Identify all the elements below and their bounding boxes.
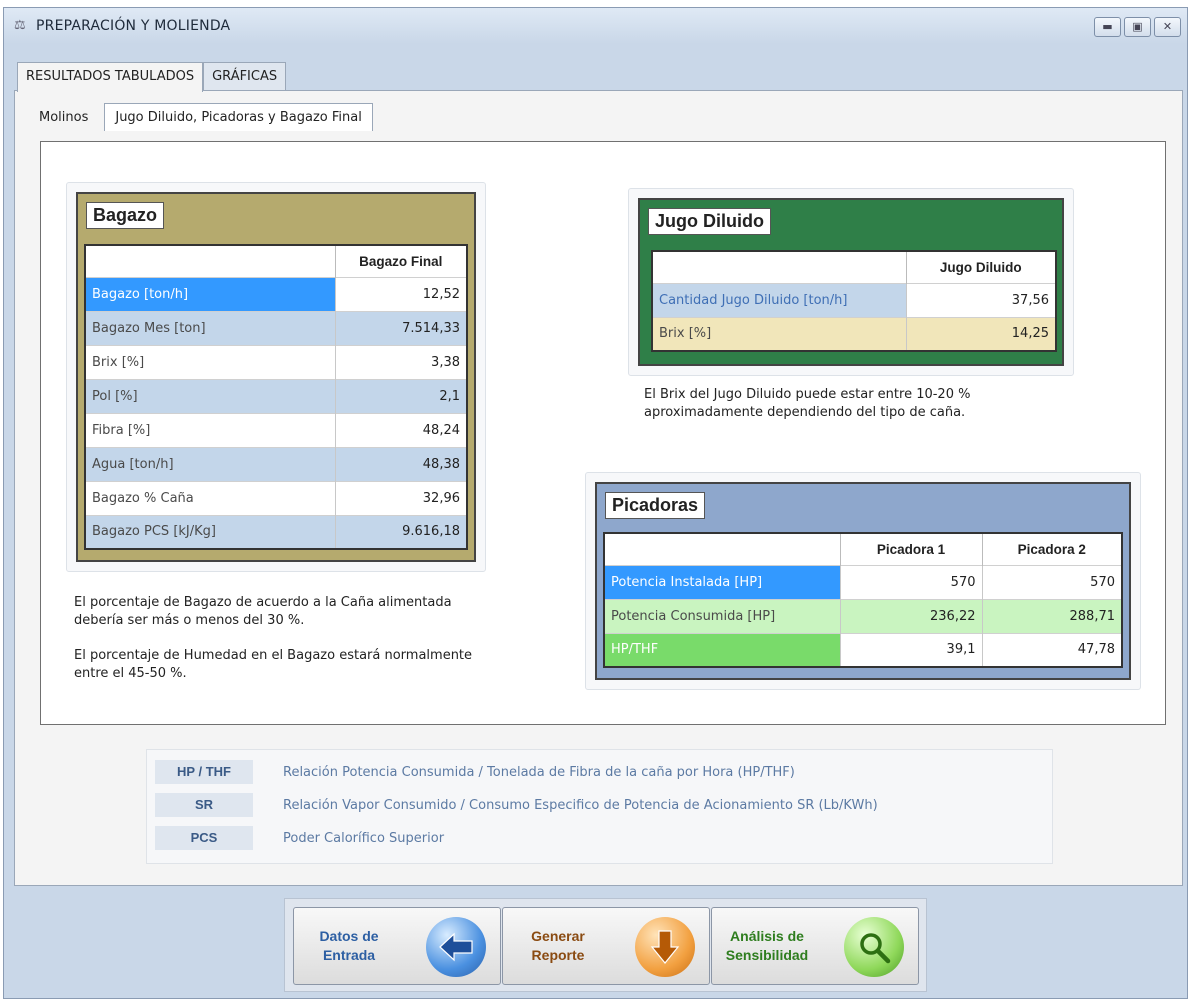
arrow-down-icon bbox=[635, 917, 695, 977]
jugo-group: Jugo Diluido Jugo Diluido Cantidad Jugo … bbox=[638, 198, 1064, 366]
legend-row: PCS Poder Calorífico Superior bbox=[147, 824, 444, 852]
title-bar: ⚖ PREPARACIÓN Y MOLIENDA ▬ ▣ ✕ bbox=[4, 8, 1187, 44]
row-value: 48,38 bbox=[334, 446, 467, 481]
table-row[interactable]: Bagazo [ton/h] 12,52 bbox=[84, 276, 467, 311]
jugo-title: Jugo Diluido bbox=[648, 208, 771, 235]
row-value: 2,1 bbox=[334, 378, 467, 413]
row-value: 39,1 bbox=[839, 632, 982, 667]
table-header-blank bbox=[652, 251, 906, 283]
picadoras-group: Picadoras Picadora 1 Picadora 2 Potencia… bbox=[595, 482, 1131, 680]
row-label: Bagazo Mes [ton] bbox=[84, 310, 335, 345]
legend-abbr: PCS bbox=[155, 826, 253, 850]
app-window: ⚖ PREPARACIÓN Y MOLIENDA ▬ ▣ ✕ RESULTADO… bbox=[3, 7, 1188, 999]
row-label: Brix [%] bbox=[84, 344, 335, 379]
row-label: Cantidad Jugo Diluido [ton/h] bbox=[651, 282, 906, 317]
table-row[interactable]: Bagazo Mes [ton] 7.514,33 bbox=[84, 310, 467, 345]
jugo-table: Jugo Diluido Cantidad Jugo Diluido [ton/… bbox=[651, 250, 1057, 352]
picadoras-title: Picadoras bbox=[605, 492, 706, 519]
analisis-de-sensibilidad-button[interactable]: Análisis de Sensibilidad bbox=[711, 907, 919, 985]
generar-reporte-button[interactable]: Generar Reporte bbox=[502, 907, 710, 985]
picadoras-table: Picadora 1 Picadora 2 Potencia Instalada… bbox=[603, 532, 1123, 668]
arrow-left-icon bbox=[426, 917, 486, 977]
table-row[interactable]: Brix [%] 14,25 bbox=[651, 316, 1056, 351]
jugo-note: El Brix del Jugo Diluido puede estar ent… bbox=[644, 387, 971, 420]
legend-row: HP / THF Relación Potencia Consumida / T… bbox=[147, 758, 795, 786]
main-tabs: RESULTADOS TABULADOS GRÁFICAS bbox=[17, 62, 287, 92]
row-value: 570 bbox=[839, 564, 982, 599]
row-label: Potencia Instalada [HP] bbox=[603, 564, 840, 599]
magnifier-icon bbox=[844, 917, 904, 977]
window-title: PREPARACIÓN Y MOLIENDA bbox=[36, 18, 231, 34]
bagazo-table: Bagazo Final Bagazo [ton/h] 12,52 Bagazo… bbox=[84, 244, 468, 550]
row-label: Brix [%] bbox=[651, 316, 906, 351]
row-value: 12,52 bbox=[334, 276, 467, 311]
table-row[interactable]: Potencia Instalada [HP] 570 570 bbox=[603, 564, 1122, 599]
row-label: Potencia Consumida [HP] bbox=[603, 598, 840, 633]
row-label: Fibra [%] bbox=[84, 412, 335, 447]
table-row[interactable]: HP/THF 39,1 47,78 bbox=[603, 632, 1122, 667]
table-row[interactable]: Potencia Consumida [HP] 236,22 288,71 bbox=[603, 598, 1122, 633]
maximize-icon[interactable]: ▣ bbox=[1124, 17, 1151, 37]
column-header: Jugo Diluido bbox=[905, 251, 1056, 283]
row-value: 14,25 bbox=[905, 316, 1056, 351]
action-button-bar: Datos de Entrada Generar Reporte Análisi… bbox=[284, 898, 927, 992]
button-label: Análisis de Sensibilidad bbox=[725, 928, 809, 963]
results-content: Bagazo Bagazo Final Bagazo [ton/h] 12,52… bbox=[40, 141, 1166, 725]
sub-tabs: Molinos Jugo Diluido, Picadoras y Bagazo… bbox=[27, 103, 373, 131]
row-value: 47,78 bbox=[981, 632, 1122, 667]
legend-abbr: SR bbox=[155, 793, 253, 817]
row-label: Pol [%] bbox=[84, 378, 335, 413]
row-value: 9.616,18 bbox=[334, 514, 467, 549]
row-value: 288,71 bbox=[981, 598, 1122, 633]
legend-abbr: HP / THF bbox=[155, 760, 253, 784]
column-header: Bagazo Final bbox=[334, 245, 467, 277]
row-label: Bagazo % Caña bbox=[84, 480, 335, 515]
row-value: 37,56 bbox=[905, 282, 1056, 317]
legend-row: SR Relación Vapor Consumido / Consumo Es… bbox=[147, 791, 878, 819]
minimize-icon[interactable]: ▬ bbox=[1094, 17, 1121, 37]
legend-desc: Relación Potencia Consumida / Tonelada d… bbox=[283, 764, 795, 780]
abbreviations-legend: HP / THF Relación Potencia Consumida / T… bbox=[146, 749, 1053, 864]
table-row[interactable]: Bagazo PCS [kJ/Kg] 9.616,18 bbox=[84, 514, 467, 549]
table-row[interactable]: Fibra [%] 48,24 bbox=[84, 412, 467, 447]
table-row[interactable]: Bagazo % Caña 32,96 bbox=[84, 480, 467, 515]
row-label: HP/THF bbox=[603, 632, 840, 667]
tab-graficas[interactable]: GRÁFICAS bbox=[203, 62, 287, 91]
table-row[interactable]: Brix [%] 3,38 bbox=[84, 344, 467, 379]
datos-de-entrada-button[interactable]: Datos de Entrada bbox=[293, 907, 501, 985]
row-value: 570 bbox=[981, 564, 1122, 599]
tab-resultados-tabulados[interactable]: RESULTADOS TABULADOS bbox=[17, 62, 204, 92]
legend-desc: Poder Calorífico Superior bbox=[283, 830, 445, 846]
legend-desc: Relación Vapor Consumido / Consumo Espec… bbox=[283, 797, 878, 813]
bagazo-group: Bagazo Bagazo Final Bagazo [ton/h] 12,52… bbox=[76, 192, 476, 562]
close-icon[interactable]: ✕ bbox=[1154, 17, 1181, 37]
row-label: Bagazo [ton/h] bbox=[84, 276, 335, 311]
table-row[interactable]: Cantidad Jugo Diluido [ton/h] 37,56 bbox=[651, 282, 1056, 317]
window-controls: ▬ ▣ ✕ bbox=[1094, 17, 1181, 37]
app-icon: ⚖ bbox=[14, 18, 26, 33]
table-row[interactable]: Pol [%] 2,1 bbox=[84, 378, 467, 413]
row-label: Agua [ton/h] bbox=[84, 446, 335, 481]
table-header-blank bbox=[604, 533, 840, 565]
button-label: Generar Reporte bbox=[531, 928, 585, 963]
row-label: Bagazo PCS [kJ/Kg] bbox=[84, 514, 335, 549]
table-header-blank bbox=[85, 245, 335, 277]
column-header: Picadora 1 bbox=[839, 533, 982, 565]
row-value: 7.514,33 bbox=[334, 310, 467, 345]
row-value: 3,38 bbox=[334, 344, 467, 379]
button-label: Datos de Entrada bbox=[319, 928, 379, 963]
row-value: 32,96 bbox=[334, 480, 467, 515]
bagazo-title: Bagazo bbox=[86, 202, 165, 229]
bagazo-note-2: El porcentaje de Humedad en el Bagazo es… bbox=[74, 648, 473, 681]
column-header: Picadora 2 bbox=[981, 533, 1122, 565]
row-value: 236,22 bbox=[839, 598, 982, 633]
subtab-jugo-diluido[interactable]: Jugo Diluido, Picadoras y Bagazo Final bbox=[104, 103, 373, 131]
subtab-molinos[interactable]: Molinos bbox=[27, 104, 100, 131]
table-row[interactable]: Agua [ton/h] 48,38 bbox=[84, 446, 467, 481]
bagazo-note-1: El porcentaje de Bagazo de acuerdo a la … bbox=[74, 595, 452, 628]
row-value: 48,24 bbox=[334, 412, 467, 447]
